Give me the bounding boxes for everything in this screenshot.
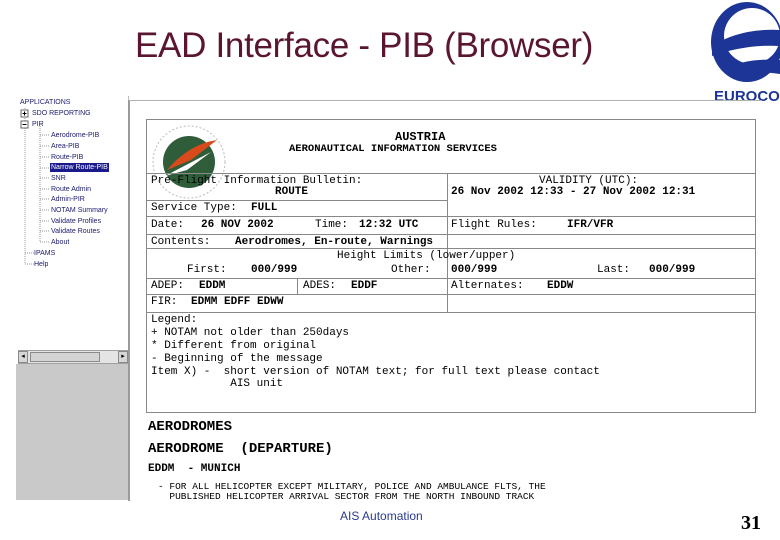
- tree-item-admin-pir[interactable]: Admin-PIR: [51, 195, 85, 204]
- pib-country: AUSTRIA: [395, 130, 446, 144]
- scroll-left-arrow-icon[interactable]: ◂: [18, 351, 28, 363]
- bulletin-type: ROUTE: [275, 186, 309, 198]
- last-label: Last:: [597, 264, 631, 276]
- bulletin-label: Pre-Flight Information Bulletin:: [151, 175, 363, 187]
- flight-rules-value: IFR/VFR: [567, 219, 614, 231]
- tree-item-pir[interactable]: PIR: [32, 120, 44, 129]
- legend-title: Legend:: [151, 314, 198, 326]
- flight-rules-label: Flight Rules:: [451, 219, 537, 231]
- austro-control-emblem: [151, 124, 227, 200]
- tree-item-sdo-reporting[interactable]: SDO REPORTING: [32, 109, 91, 118]
- slide-footer: AIS Automation: [340, 509, 423, 523]
- aerodrome-departure-heading: AERODROME (DEPARTURE): [148, 441, 333, 457]
- adep-value: EDDM: [199, 280, 226, 292]
- tree-item-snr[interactable]: SNR: [51, 174, 66, 183]
- tree-item-applications[interactable]: APPLICATIONS: [20, 98, 70, 107]
- navigation-tree: APPLICATIONS SDO REPORTING PIR Aerodrome…: [16, 96, 129, 368]
- tree-item-ipams[interactable]: IPAMS: [34, 249, 55, 258]
- service-type-value: FULL: [251, 202, 278, 214]
- tree-item-area-pib[interactable]: Area-PIB: [51, 142, 79, 151]
- other-value: 000/999: [451, 264, 498, 276]
- alternates-value: EDDW: [547, 280, 574, 292]
- pib-service: AERONAUTICAL INFORMATION SERVICES: [289, 143, 497, 155]
- pib-header-box: AUSTRIA AERONAUTICAL INFORMATION SERVICE…: [146, 119, 756, 413]
- legend-line: + NOTAM not older than 250days: [151, 327, 350, 339]
- contents-label: Contents:: [151, 236, 211, 248]
- height-limits-label: Height Limits (lower/upper): [337, 250, 516, 262]
- date-value: 26 NOV 2002: [201, 219, 274, 231]
- legend-line: Item X) - short version of NOTAM text; f…: [151, 366, 600, 378]
- page-number: 31: [741, 512, 761, 534]
- adep-label: ADEP:: [151, 280, 185, 292]
- pib-document-pane[interactable]: AUSTRIA AERONAUTICAL INFORMATION SERVICE…: [128, 100, 762, 501]
- scrollbar-thumb[interactable]: [30, 352, 100, 362]
- scroll-right-arrow-icon[interactable]: ▸: [118, 351, 128, 363]
- tree-item-validate-profiles[interactable]: Validate Profiles: [51, 217, 101, 226]
- last-value: 000/999: [649, 264, 696, 276]
- sidebar-empty-area: [16, 364, 128, 500]
- first-value: 000/999: [251, 264, 298, 276]
- time-value: 12:32 UTC: [359, 219, 419, 231]
- tree-item-notam-summary[interactable]: NOTAM Summary: [51, 206, 108, 215]
- tree-item-aerodrome-pib[interactable]: Aerodrome-PIB: [51, 131, 99, 140]
- legend-line: AIS unit: [151, 378, 284, 390]
- station-name: EDDM - MUNICH: [148, 463, 241, 475]
- slide-title: EAD Interface - PIB (Browser): [135, 26, 594, 65]
- legend-line: - Beginning of the message: [151, 353, 323, 365]
- legend-line: * Different from original: [151, 340, 317, 352]
- ades-value: EDDF: [351, 280, 378, 292]
- tree-item-about[interactable]: About: [51, 238, 69, 247]
- date-label: Date:: [151, 219, 185, 231]
- fir-label: FIR:: [151, 296, 178, 308]
- tree-item-narrow-route-pib[interactable]: Narrow Route-PIB: [50, 163, 109, 172]
- service-type-label: Service Type:: [151, 202, 237, 214]
- tree-item-help[interactable]: Help: [34, 260, 48, 269]
- notam-text-line: PUBLISHED HELICOPTER ARRIVAL SECTOR FROM…: [158, 491, 535, 501]
- first-label: First:: [187, 264, 227, 276]
- tree-item-route-pib[interactable]: Route-PIB: [51, 153, 83, 162]
- ades-label: ADES:: [303, 280, 337, 292]
- time-label: Time:: [315, 219, 349, 231]
- fir-value: EDMM EDFF EDWW: [191, 296, 284, 308]
- alternates-label: Alternates:: [451, 280, 524, 292]
- contents-value: Aerodromes, En-route, Warnings: [235, 236, 434, 248]
- tree-item-route-admin[interactable]: Route Admin: [51, 185, 91, 194]
- tree-item-validate-routes[interactable]: Validate Routes: [51, 227, 100, 236]
- other-label: Other:: [391, 264, 431, 276]
- sidebar-horizontal-scrollbar[interactable]: ◂ ▸: [18, 350, 128, 364]
- validity-value: 26 Nov 2002 12:33 - 27 Nov 2002 12:31: [451, 186, 696, 198]
- aerodromes-heading: AERODROMES: [148, 419, 233, 435]
